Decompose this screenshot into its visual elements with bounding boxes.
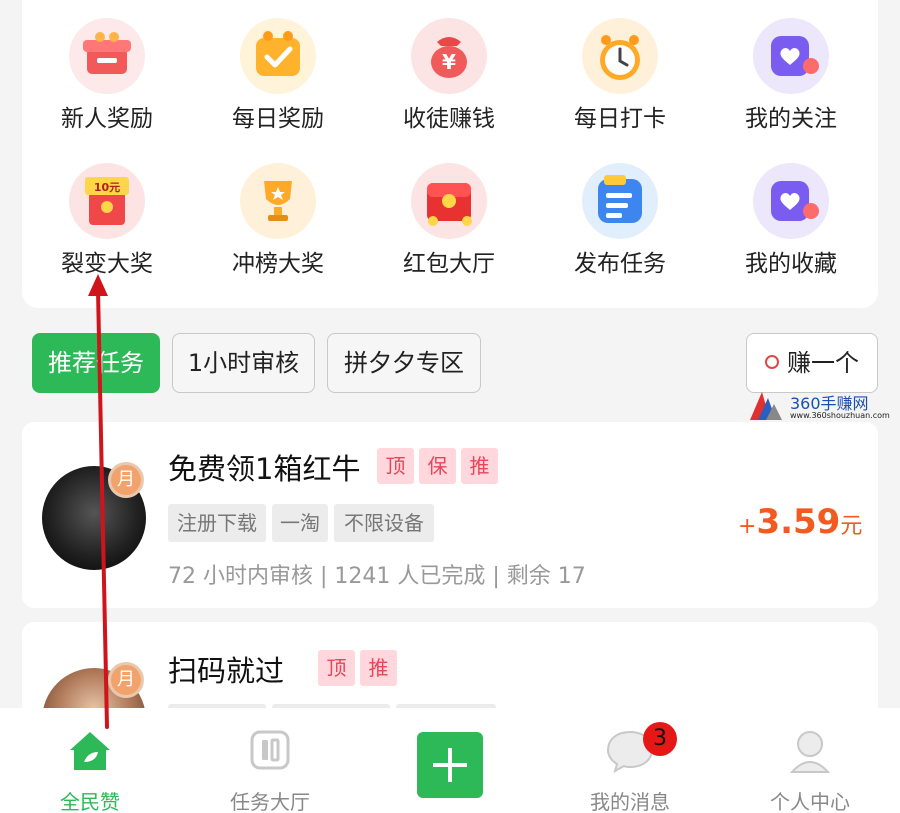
earn-circle-icon — [765, 355, 779, 369]
money-bag-icon: ¥ — [411, 18, 487, 94]
envelope-amount: 10元 — [94, 181, 120, 194]
home-icon — [66, 728, 114, 778]
task-card[interactable]: 月 免费领1箱红牛 顶 保 推 注册下载 一淘 不限设备 72 小时内审核 | … — [22, 422, 878, 608]
grid-item-ranking-prize[interactable]: 冲榜大奖 — [193, 163, 363, 278]
publish-task-icon — [582, 163, 658, 239]
flag-top: 顶 — [377, 448, 414, 484]
tab-one-hour-review[interactable]: 1小时审核 — [172, 333, 315, 393]
nav-label: 个人中心 — [770, 790, 850, 813]
earn-one-label: 赚一个 — [787, 349, 859, 377]
nav-home[interactable]: 全民赞 — [10, 708, 170, 813]
tab-recommended-tasks[interactable]: 推荐任务 — [32, 333, 160, 393]
daily-check-gift-icon — [240, 18, 316, 94]
task-tag: 一淘 — [272, 504, 328, 542]
grid-item-label: 新人奖励 — [61, 106, 153, 132]
task-meta: 72 小时内审核 | 1241 人已完成 | 剩余 17 — [168, 564, 586, 589]
nav-label: 全民赞 — [60, 790, 120, 813]
task-title: 免费领1箱红牛 — [168, 452, 361, 486]
grid-item-apprentice-earn[interactable]: ¥ 收徒赚钱 — [364, 18, 534, 133]
red-packet-hall-icon — [411, 163, 487, 239]
bottom-navigation: 全民赞 任务大厅 3 我的消息 个人中心 — [0, 708, 900, 813]
flag-top: 顶 — [318, 650, 355, 686]
grid-item-daily-checkin[interactable]: 每日打卡 — [535, 18, 705, 133]
tab-pinduoduo-zone[interactable]: 拼夕夕专区 — [327, 333, 481, 393]
month-badge-icon: 月 — [108, 462, 144, 498]
earn-one-button[interactable]: 赚一个 — [746, 333, 878, 393]
month-badge-icon: 月 — [108, 662, 144, 698]
task-tag: 不限设备 — [334, 504, 434, 542]
grid-item-publish-task[interactable]: 发布任务 — [535, 163, 705, 278]
heart-follow-icon — [753, 18, 829, 94]
watermark-url: www.360shouzhuan.com — [790, 411, 890, 420]
price-sign: + — [738, 514, 757, 539]
grid-item-fission-prize[interactable]: 10元 裂变大奖 — [22, 163, 192, 278]
flag-guarantee: 保 — [419, 448, 456, 484]
feature-grid: 新人奖励 每日奖励 ¥ 收徒赚钱 每日打卡 我的关注 10元 裂变大奖 冲榜大奖… — [22, 0, 878, 308]
grid-item-label: 裂变大奖 — [61, 251, 153, 277]
grid-item-my-follow[interactable]: 我的关注 — [706, 18, 876, 133]
heart-favorite-icon — [753, 163, 829, 239]
price-unit: 元 — [840, 514, 863, 539]
task-title: 扫码就过 — [168, 654, 285, 688]
plus-icon — [433, 748, 467, 782]
grid-item-newcomer-reward[interactable]: 新人奖励 — [22, 18, 192, 133]
red-envelope-icon: 10元 — [69, 163, 145, 239]
profile-icon — [788, 728, 832, 780]
price-value: 3.59 — [756, 502, 841, 542]
nav-messages[interactable]: 3 我的消息 — [550, 708, 710, 813]
svg-text:¥: ¥ — [442, 50, 456, 74]
nav-task-hall[interactable]: 任务大厅 — [190, 708, 350, 813]
grid-item-label: 每日奖励 — [232, 106, 324, 132]
task-price: +3.59元 — [738, 502, 862, 542]
nav-profile[interactable]: 个人中心 — [730, 708, 890, 813]
grid-item-label: 我的收藏 — [745, 251, 837, 277]
grid-item-label: 冲榜大奖 — [232, 251, 324, 277]
grid-item-label: 红包大厅 — [403, 251, 495, 277]
flag-recommend: 推 — [360, 650, 397, 686]
unread-badge: 3 — [643, 722, 677, 756]
grid-item-red-packet-hall[interactable]: 红包大厅 — [364, 163, 534, 278]
grid-item-label: 发布任务 — [574, 251, 666, 277]
grid-item-my-favorites[interactable]: 我的收藏 — [706, 163, 876, 278]
nav-label: 任务大厅 — [230, 790, 310, 813]
add-task-button[interactable] — [417, 732, 483, 798]
gift-box-icon — [69, 18, 145, 94]
grid-item-daily-reward[interactable]: 每日奖励 — [193, 18, 363, 133]
grid-item-label: 我的关注 — [745, 106, 837, 132]
task-tag: 注册下载 — [168, 504, 266, 542]
task-hall-icon — [248, 728, 292, 776]
flag-recommend: 推 — [461, 448, 498, 484]
grid-item-label: 每日打卡 — [574, 106, 666, 132]
nav-label: 我的消息 — [590, 790, 670, 813]
grid-item-label: 收徒赚钱 — [403, 106, 495, 132]
alarm-clock-icon — [582, 18, 658, 94]
trophy-icon — [240, 163, 316, 239]
